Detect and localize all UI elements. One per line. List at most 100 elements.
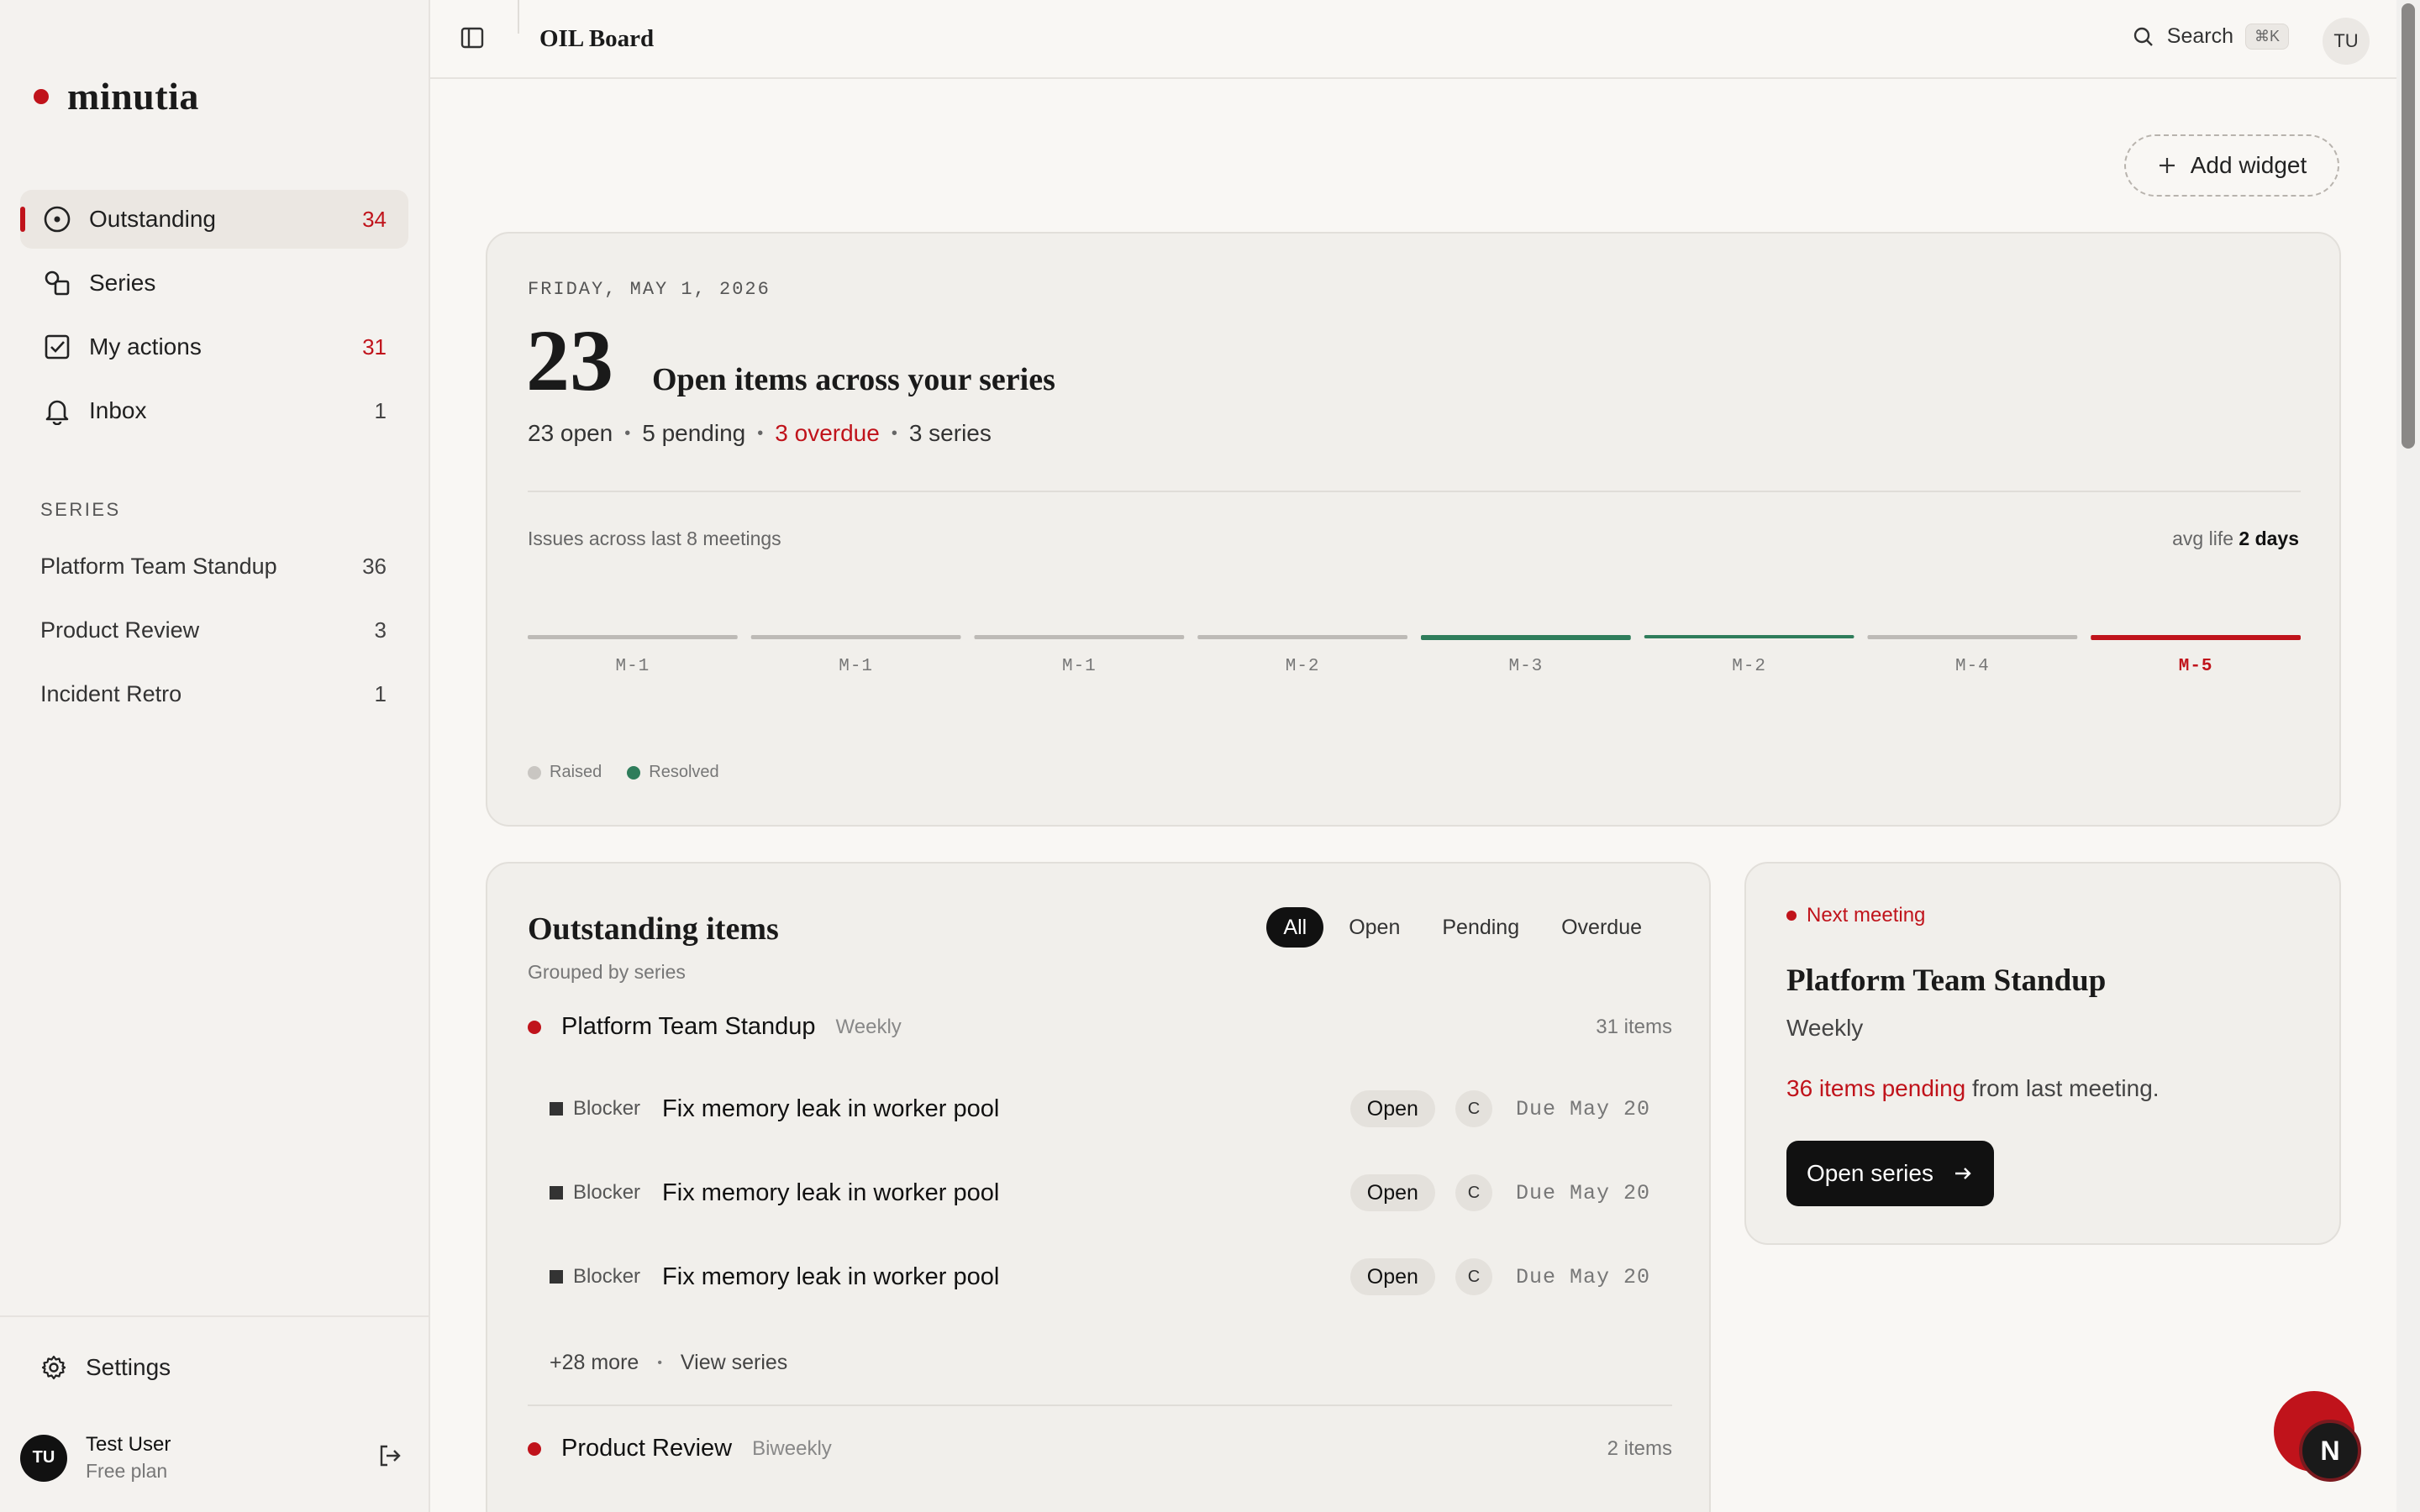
check-square-icon	[40, 330, 74, 364]
user-profile: TU Test User Free plan	[20, 1433, 403, 1483]
summary-stats: 23 open • 5 pending • 3 overdue • 3 seri…	[528, 420, 992, 447]
series-item-platform-team-standup[interactable]: Platform Team Standup 36	[20, 534, 408, 598]
sidebar-divider	[0, 1315, 429, 1317]
chart-bar[interactable]	[1644, 635, 1854, 638]
chart-tick-label: M-2	[1286, 657, 1320, 676]
filter-overdue[interactable]: Overdue	[1544, 907, 1659, 948]
list-item[interactable]: Blocker Fix memory leak in worker pool O…	[550, 1168, 1650, 1218]
view-series-link[interactable]: View series	[681, 1351, 787, 1375]
blocker-icon	[550, 1270, 563, 1284]
nav-label: My actions	[89, 333, 202, 360]
item-tag: Blocker	[573, 1097, 641, 1120]
nav-label: Inbox	[89, 397, 147, 423]
open-series-button[interactable]: Open series	[1786, 1141, 1994, 1206]
chart-tick-label: M-3	[1508, 657, 1543, 676]
nav-count: 1	[374, 397, 387, 423]
chart-bar[interactable]	[2091, 635, 2301, 640]
nav-label: Series	[89, 270, 156, 296]
group-dot	[528, 1020, 541, 1034]
series-item-incident-retro[interactable]: Incident Retro 1	[20, 662, 408, 726]
separator-dot: •	[891, 423, 897, 443]
chart-tick-label: M-4	[1955, 657, 1990, 676]
item-title[interactable]: Fix memory leak in worker pool	[662, 1263, 1350, 1291]
avatar[interactable]: TU	[20, 1434, 67, 1482]
divider	[528, 491, 2301, 492]
chart-legend: Raised Resolved	[528, 763, 719, 782]
status-badge[interactable]: Open	[1349, 1090, 1435, 1127]
filter-pending[interactable]: Pending	[1425, 907, 1536, 948]
filter-tabs: All Open Pending Overdue	[1266, 907, 1659, 948]
outstanding-subtitle: Grouped by series	[528, 961, 686, 983]
summary-card: FRIDAY, MAY 1, 2026 23 Open items across…	[486, 232, 2341, 827]
group-header-platform-team-standup[interactable]: Platform Team Standup Weekly 31 items	[528, 1013, 1672, 1041]
blocker-icon	[550, 1186, 563, 1200]
nav-item-my-actions[interactable]: My actions 31	[20, 318, 408, 376]
series-count: 3	[374, 617, 387, 643]
status-badge[interactable]: Open	[1349, 1258, 1435, 1295]
blocker-icon	[550, 1102, 563, 1116]
chart-bar[interactable]	[974, 635, 1185, 639]
arrow-right-icon	[1954, 1168, 1971, 1179]
list-item[interactable]: Blocker Fix memory leak in worker pool O…	[550, 1084, 1650, 1134]
assignee-avatar[interactable]: C	[1455, 1258, 1492, 1295]
stat-overdue[interactable]: 3 overdue	[775, 420, 880, 447]
status-badge[interactable]: Open	[1349, 1174, 1435, 1211]
group-dot	[528, 1441, 541, 1456]
search-button[interactable]: Search ⌘K	[2132, 24, 2289, 50]
dev-tools-badge[interactable]: N	[2299, 1420, 2361, 1482]
chart-tick-label: M-5	[2179, 657, 2213, 676]
filter-open[interactable]: Open	[1332, 907, 1417, 948]
main-nav: Outstanding 34 Series My actions 31 Inbo…	[20, 190, 408, 445]
filter-all[interactable]: All	[1266, 907, 1324, 948]
item-title[interactable]: Fix memory leak in worker pool	[662, 1179, 1350, 1207]
series-count: 36	[362, 553, 387, 579]
search-label: Search	[2166, 24, 2233, 48]
list-item[interactable]: Blocker Fix memory leak in worker pool O…	[550, 1252, 1650, 1302]
item-title[interactable]: Fix memory leak in worker pool	[662, 1095, 1350, 1123]
group-more-row: +28 more • View series	[550, 1351, 787, 1375]
series-label: Incident Retro	[40, 680, 182, 706]
sidebar-toggle-icon[interactable]	[459, 24, 486, 55]
settings-label: Settings	[86, 1354, 171, 1380]
settings-link[interactable]: Settings	[40, 1354, 171, 1381]
more-items-link[interactable]: +28 more	[550, 1351, 639, 1375]
assignee-avatar[interactable]: C	[1455, 1174, 1492, 1211]
scrollbar-thumb[interactable]	[2402, 3, 2415, 449]
group-header-product-review[interactable]: Product Review Biweekly 2 items	[528, 1435, 1672, 1462]
group-name: Platform Team Standup	[561, 1013, 816, 1040]
logout-icon[interactable]	[376, 1442, 403, 1473]
assignee-avatar[interactable]: C	[1455, 1090, 1492, 1127]
next-meeting-pending: 36 items pending from last meeting.	[1786, 1075, 2160, 1102]
chart-bar[interactable]	[1421, 635, 1631, 640]
group-count: 31 items	[1596, 1015, 1672, 1038]
chart-bar[interactable]	[1867, 635, 2078, 639]
divider	[528, 1404, 1672, 1406]
avatar[interactable]: TU	[2323, 18, 2370, 65]
shapes-icon	[40, 266, 74, 300]
add-widget-button[interactable]: Add widget	[2124, 134, 2339, 197]
brand-logo[interactable]: minutia	[34, 74, 199, 118]
gear-icon	[41, 1355, 66, 1380]
chart-tick-label: M-1	[839, 657, 873, 676]
legend-dot	[627, 765, 641, 780]
chart-bar[interactable]	[528, 635, 738, 639]
series-count: 1	[374, 680, 387, 706]
topbar-divider	[518, 0, 519, 34]
chart-bar[interactable]	[1197, 635, 1407, 639]
series-item-product-review[interactable]: Product Review 3	[20, 598, 408, 662]
group-frequency: Biweekly	[752, 1436, 832, 1460]
nav-item-series[interactable]: Series	[20, 254, 408, 312]
nav-item-outstanding[interactable]: Outstanding 34	[20, 190, 408, 249]
legend-label: Raised	[550, 763, 602, 781]
nav-item-inbox[interactable]: Inbox 1	[20, 381, 408, 440]
plus-icon	[2159, 158, 2175, 173]
open-series-label: Open series	[1807, 1160, 1933, 1186]
user-plan: Free plan	[86, 1460, 168, 1482]
separator-dot: •	[657, 1355, 662, 1370]
topbar: OIL Board Search ⌘K TU	[430, 0, 2396, 79]
stat-pending: 5 pending	[642, 420, 746, 446]
series-heading: SERIES	[40, 499, 121, 520]
chart-bar[interactable]	[750, 635, 961, 639]
legend-resolved: Resolved	[627, 763, 719, 782]
due-date: Due May 20	[1515, 1180, 1650, 1205]
